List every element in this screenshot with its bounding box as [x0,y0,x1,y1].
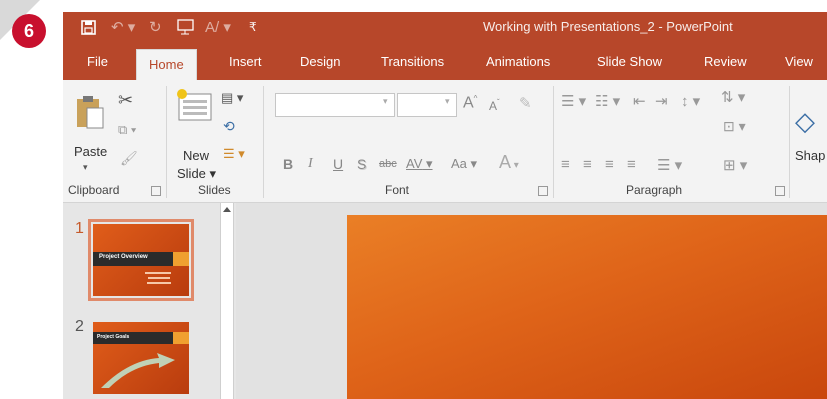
cut-icon[interactable]: ✂ [118,90,133,111]
font-color-button[interactable]: A ▾ [499,152,519,173]
shapes-button[interactable]: Shap [795,148,825,163]
slide-number-1: 1 [75,220,84,237]
new-slide-icon[interactable] [176,88,214,129]
font-name-dropdown-icon[interactable]: ▾ [383,96,388,107]
section-icon[interactable]: ☰ ▾ [223,146,245,162]
font-size-dropdown-icon[interactable]: ▾ [445,96,450,107]
paragraph-group-label: Paragraph [626,183,683,197]
font-group-label: Font [385,183,410,197]
text-direction-icon[interactable]: ⇅ ▾ [721,88,745,106]
group-separator [166,86,167,198]
current-slide[interactable] [347,215,827,399]
thumbnail-text-line [145,272,171,274]
title-bar: ↶ ▾ ↻ A/ ▾ ₹ Working with Presentations_… [63,12,827,42]
tab-home[interactable]: Home [136,49,197,81]
tab-insert[interactable]: Insert [229,54,262,69]
group-separator [789,86,790,198]
numbering-icon[interactable]: ☷ ▾ [595,92,620,110]
scroll-up-icon[interactable] [223,207,231,212]
convert-smartart-icon[interactable]: ⊞ ▾ [723,156,747,174]
tab-review[interactable]: Review [704,54,747,69]
customize-qat-icon[interactable]: ₹ [249,12,257,42]
bullets-icon[interactable]: ☰ ▾ [561,92,586,110]
thumbnail-accent [173,332,189,344]
spelling-icon[interactable]: A/ ▾ [205,12,231,42]
shrink-font-button[interactable]: Aˇ [489,98,500,113]
character-spacing-button[interactable]: AV ▾ [406,156,433,172]
thumbnail-title: Project Overview [99,254,148,260]
align-left-icon[interactable]: ≡ [561,156,570,173]
align-text-icon[interactable]: ⊡ ▾ [723,118,746,135]
italic-button[interactable]: I [308,156,313,172]
font-launcher-icon[interactable] [538,186,548,196]
step-badge: 6 [12,14,46,48]
columns-icon[interactable]: ☰ ▾ [657,156,682,174]
reset-icon[interactable]: ⟲ [223,118,235,135]
tab-file[interactable]: File [87,54,108,69]
thumbnail-arrow-graphic [101,353,175,388]
copy-icon[interactable]: ⧉ ▾ [118,122,136,138]
group-separator [553,86,554,198]
redo-icon[interactable]: ↻ [149,12,162,42]
thumbnail-title: Project Goals [97,334,130,340]
decrease-indent-icon[interactable]: ⇤ [633,92,646,110]
save-icon[interactable] [81,12,96,42]
powerpoint-window: ↶ ▾ ↻ A/ ▾ ₹ Working with Presentations_… [63,12,827,399]
layout-icon[interactable]: ▤ ▾ [221,90,243,106]
underline-button[interactable]: U [333,156,343,172]
slide-thumbnail-2[interactable]: Project Goals [93,322,189,394]
font-name-combobox[interactable] [275,93,395,117]
tab-transitions[interactable]: Transitions [381,54,444,69]
paste-icon[interactable] [75,94,105,135]
tab-animations[interactable]: Animations [486,54,550,69]
change-case-button[interactable]: Aa ▾ [451,156,477,172]
shapes-icon[interactable]: ◇ [795,106,815,137]
line-spacing-icon[interactable]: ↕ ▾ [681,92,700,110]
start-from-beginning-icon[interactable] [177,12,195,42]
paste-dropdown-icon[interactable]: ▾ [83,162,88,173]
paste-button[interactable]: Paste [74,144,107,159]
group-separator [263,86,264,198]
tab-slide-show[interactable]: Slide Show [597,54,662,69]
thumbnail-accent [173,252,189,266]
slide-thumbnail-1[interactable]: Project Overview [88,219,194,301]
thumbnail-text-line [147,282,171,284]
clipboard-launcher-icon[interactable] [151,186,161,196]
text-shadow-button[interactable]: S [357,156,366,172]
bold-button[interactable]: B [283,156,293,172]
new-slide-dropdown-button[interactable]: Slide ▾ [177,166,216,182]
strikethrough-button[interactable]: abc [379,158,397,170]
slides-group-label: Slides [198,183,231,197]
thumbnail-text-line [148,277,170,279]
justify-icon[interactable]: ≡ [627,156,636,173]
grow-font-button[interactable]: A^ [463,94,477,112]
slide-number-2: 2 [75,318,84,335]
ribbon-tabs: File Home Insert Design Transitions Anim… [63,42,827,81]
paragraph-launcher-icon[interactable] [775,186,785,196]
new-slide-label[interactable]: New [183,148,209,163]
thumbnails-scrollbar[interactable] [220,203,234,399]
align-right-icon[interactable]: ≡ [605,156,614,173]
center-icon[interactable]: ≡ [583,156,592,173]
increase-indent-icon[interactable]: ⇥ [655,92,668,110]
tab-view[interactable]: View [785,54,813,69]
tab-design[interactable]: Design [300,54,340,69]
window-title: Working with Presentations_2 - PowerPoin… [483,19,733,34]
clear-formatting-icon[interactable]: ✎ [519,94,532,112]
home-ribbon: Paste ▾ ✂ ⧉ ▾ 🖌 Clipboard New Slide ▾ ▤ … [63,80,827,203]
format-painter-icon[interactable]: 🖌 [120,150,138,167]
clipboard-group-label: Clipboard [68,183,120,197]
undo-icon[interactable]: ↶ ▾ [111,12,135,42]
